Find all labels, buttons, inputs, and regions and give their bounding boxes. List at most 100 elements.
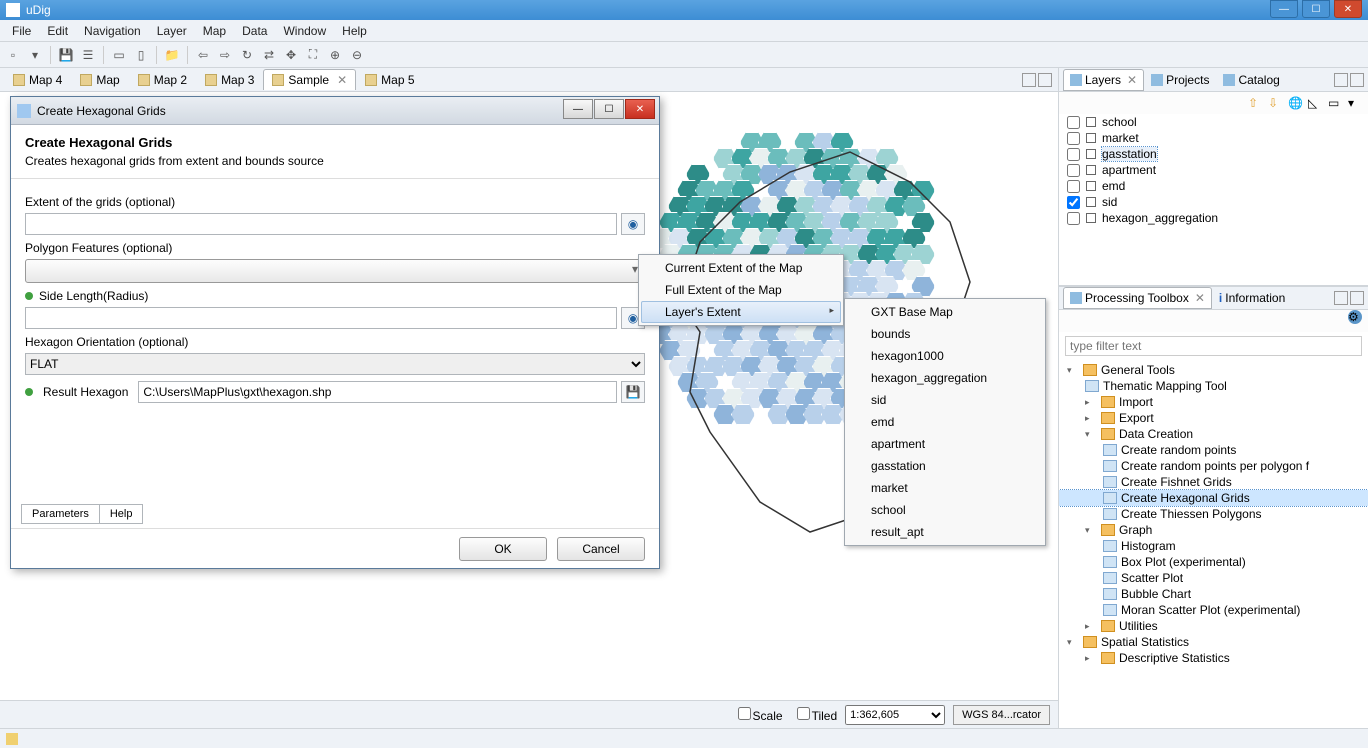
globe-icon[interactable]: 🌐 [1288, 96, 1302, 110]
tree-tool[interactable]: Create random points [1059, 442, 1368, 458]
tab-processing-toolbox[interactable]: Processing Toolbox✕ [1063, 287, 1212, 309]
layer-checkbox[interactable] [1067, 180, 1080, 193]
tab-catalog[interactable]: Catalog [1216, 69, 1286, 91]
scale-checkbox[interactable] [738, 707, 751, 720]
menu-map[interactable]: Map [195, 22, 234, 40]
move-down-icon[interactable]: ⇩ [1268, 96, 1282, 110]
tree-tool[interactable]: Histogram [1059, 538, 1368, 554]
triangle-icon[interactable]: ◺ [1308, 96, 1322, 110]
layer-checkbox[interactable] [1067, 116, 1080, 129]
ctx-layer-item[interactable]: bounds [847, 323, 1043, 345]
tiled-checkbox[interactable] [797, 707, 810, 720]
minimize-view-icon[interactable] [1334, 73, 1348, 87]
ctx-layer-item[interactable]: school [847, 499, 1043, 521]
open-button[interactable]: ▾ [26, 46, 44, 64]
filter-input[interactable] [1065, 336, 1362, 356]
ctx-layer-item[interactable]: result_apt [847, 521, 1043, 543]
new-button[interactable]: ▫ [4, 46, 22, 64]
tree-folder[interactable]: Data Creation [1059, 426, 1368, 442]
ctx-layers-extent[interactable]: Layer's Extent [641, 301, 841, 323]
menu-layer[interactable]: Layer [149, 22, 195, 40]
footer-icon[interactable] [6, 733, 18, 745]
extent-input[interactable] [25, 213, 617, 235]
tree-folder[interactable]: Descriptive Statistics [1059, 650, 1368, 666]
folder-button[interactable]: 📁 [163, 46, 181, 64]
window-minimize-button[interactable]: — [1270, 0, 1298, 18]
map-tab-map3[interactable]: Map 3 [196, 69, 263, 90]
layer-checkbox[interactable] [1067, 148, 1080, 161]
dialog-close-button[interactable]: ✕ [625, 99, 655, 119]
map-tab-map5[interactable]: Map 5 [356, 69, 423, 90]
orientation-select[interactable]: FLAT [25, 353, 645, 375]
rect-icon[interactable]: ▭ [1328, 96, 1342, 110]
menu-data[interactable]: Data [234, 22, 275, 40]
dialog-tab-parameters[interactable]: Parameters [21, 504, 99, 524]
save-button[interactable]: 💾 [57, 46, 75, 64]
cancel-button[interactable]: Cancel [557, 537, 645, 561]
move-up-icon[interactable]: ⇧ [1248, 96, 1262, 110]
minimize-view-icon[interactable] [1022, 73, 1036, 87]
tree-tool[interactable]: Create Hexagonal Grids [1059, 490, 1368, 506]
menu-edit[interactable]: Edit [39, 22, 76, 40]
tree-folder[interactable]: Utilities [1059, 618, 1368, 634]
ctx-current-extent[interactable]: Current Extent of the Map [641, 257, 841, 279]
tree-tool[interactable]: Create random points per polygon f [1059, 458, 1368, 474]
result-path-input[interactable] [138, 381, 617, 403]
map-tab-map2[interactable]: Map 2 [129, 69, 196, 90]
rotate-button[interactable]: ⇄ [260, 46, 278, 64]
side-length-input[interactable] [25, 307, 617, 329]
window-maximize-button[interactable]: ☐ [1302, 0, 1330, 18]
layer-row[interactable]: market [1059, 130, 1368, 146]
zoom-in-button[interactable]: ⊕ [326, 46, 344, 64]
ctx-layer-item[interactable]: apartment [847, 433, 1043, 455]
ctx-layer-item[interactable]: sid [847, 389, 1043, 411]
gear-icon[interactable]: ⚙ [1348, 310, 1362, 324]
tiled-checkbox-label[interactable]: Tiled [791, 707, 838, 723]
layer-row[interactable]: emd [1059, 178, 1368, 194]
crs-button[interactable]: WGS 84...rcator [953, 705, 1050, 725]
menu-window[interactable]: Window [275, 22, 334, 40]
ctx-layer-item[interactable]: hexagon_aggregation [847, 367, 1043, 389]
dialog-maximize-button[interactable]: ☐ [594, 99, 624, 119]
tree-tool[interactable]: Thematic Mapping Tool [1059, 378, 1368, 394]
maximize-view-icon[interactable] [1038, 73, 1052, 87]
ctx-layer-item[interactable]: GXT Base Map [847, 301, 1043, 323]
ctx-layer-item[interactable]: emd [847, 411, 1043, 433]
minimize-view-icon[interactable] [1334, 291, 1348, 305]
hand-button[interactable]: ↻ [238, 46, 256, 64]
tree-tool[interactable]: Create Fishnet Grids [1059, 474, 1368, 490]
tree-folder[interactable]: Import [1059, 394, 1368, 410]
dialog-titlebar[interactable]: Create Hexagonal Grids — ☐ ✕ [11, 97, 659, 125]
layer-checkbox[interactable] [1067, 132, 1080, 145]
dialog-minimize-button[interactable]: — [563, 99, 593, 119]
map-tab-sample[interactable]: Sample✕ [263, 69, 356, 90]
layout-b-button[interactable]: ▯ [132, 46, 150, 64]
menu-icon[interactable]: ▾ [1348, 96, 1362, 110]
close-icon[interactable]: ✕ [1127, 73, 1137, 87]
layer-checkbox[interactable] [1067, 196, 1080, 209]
tree-tool[interactable]: Box Plot (experimental) [1059, 554, 1368, 570]
menu-navigation[interactable]: Navigation [76, 22, 149, 40]
polygon-combo[interactable] [25, 259, 645, 283]
layer-row[interactable]: gasstation [1059, 146, 1368, 162]
tree-tool[interactable]: Scatter Plot [1059, 570, 1368, 586]
ctx-layer-item[interactable]: hexagon1000 [847, 345, 1043, 367]
extent-button[interactable]: ⛶ [304, 46, 322, 64]
layer-checkbox[interactable] [1067, 164, 1080, 177]
ctx-layer-item[interactable]: gasstation [847, 455, 1043, 477]
layer-row[interactable]: sid [1059, 194, 1368, 210]
scale-checkbox-label[interactable]: Scale [732, 707, 783, 723]
maximize-view-icon[interactable] [1350, 291, 1364, 305]
tab-information[interactable]: iInformation [1212, 287, 1292, 309]
layer-checkbox[interactable] [1067, 212, 1080, 225]
window-close-button[interactable]: ✕ [1334, 0, 1362, 18]
result-save-button[interactable]: 💾 [621, 381, 645, 403]
maximize-view-icon[interactable] [1350, 73, 1364, 87]
tree-folder[interactable]: Export [1059, 410, 1368, 426]
dialog-tab-help[interactable]: Help [99, 504, 144, 524]
tree-tool[interactable]: Create Thiessen Polygons [1059, 506, 1368, 522]
scale-select[interactable]: 1:362,605 [845, 705, 945, 725]
map-tab-map[interactable]: Map [71, 69, 128, 90]
tree-tool[interactable]: Moran Scatter Plot (experimental) [1059, 602, 1368, 618]
ok-button[interactable]: OK [459, 537, 547, 561]
